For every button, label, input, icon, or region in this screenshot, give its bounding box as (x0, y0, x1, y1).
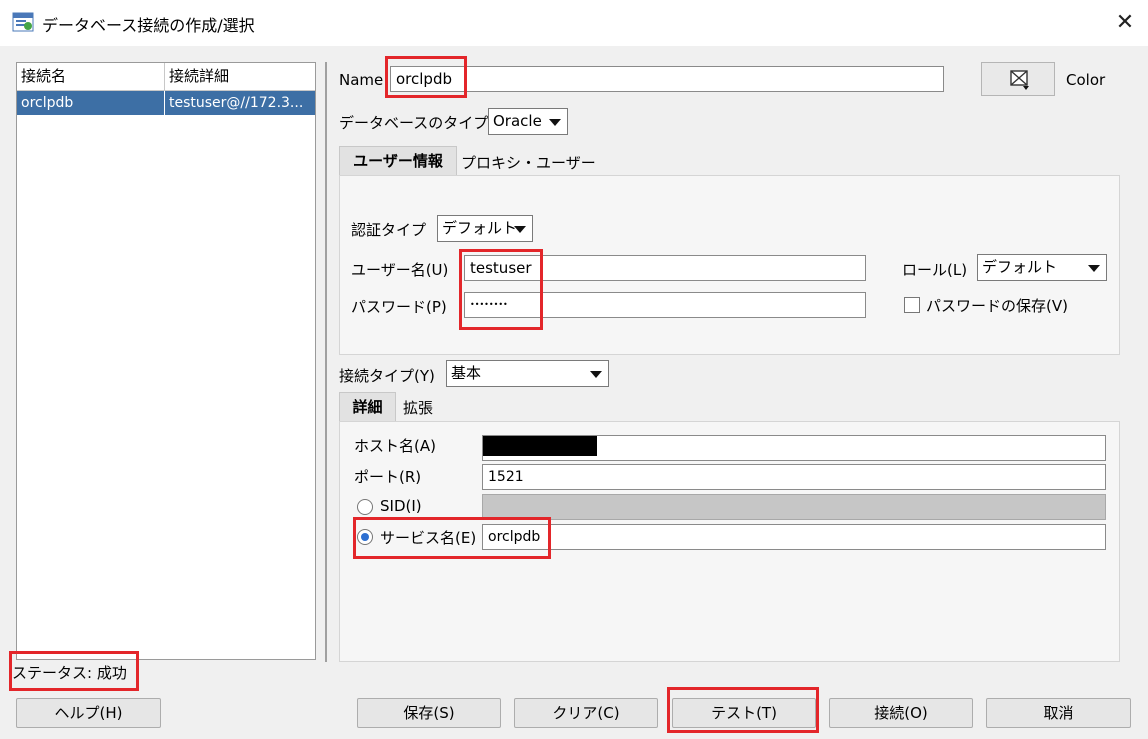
cancel-button[interactable]: 取消 (986, 698, 1131, 728)
tab-proxy-user[interactable]: プロキシ・ユーザー (461, 152, 596, 173)
db-type-label: データベースのタイプ (339, 114, 489, 132)
chevron-down-icon (590, 371, 602, 378)
row-name: orclpdb (17, 91, 165, 115)
password-label: パスワード(P) (351, 298, 447, 316)
auth-type-select[interactable]: デフォルト (437, 215, 533, 242)
conn-type-label: 接続タイプ(Y) (339, 367, 435, 385)
color-label: Color (1066, 71, 1106, 89)
conn-type-select[interactable]: 基本 (446, 360, 609, 387)
tab-advanced[interactable]: 拡張 (403, 397, 433, 418)
column-header-name[interactable]: 接続名 (17, 63, 165, 90)
port-label: ポート(R) (354, 468, 422, 486)
clear-button[interactable]: クリア(C) (514, 698, 658, 728)
auth-type-label: 認証タイプ (351, 221, 427, 239)
host-input[interactable] (482, 435, 1106, 461)
role-select[interactable]: デフォルト (977, 254, 1107, 281)
chevron-down-icon (514, 226, 526, 233)
test-highlight (667, 687, 819, 733)
service-input[interactable]: orclpdb (482, 524, 1106, 550)
host-label: ホスト名(A) (354, 437, 436, 455)
save-password-checkbox[interactable] (904, 297, 920, 313)
color-button[interactable] (981, 62, 1055, 96)
db-type-select[interactable]: Oracle (488, 108, 568, 135)
chevron-down-icon (1088, 265, 1100, 272)
name-label: Name (339, 71, 384, 89)
connection-list[interactable]: 接続名 接続詳細 orclpdb testuser@//172.3... (16, 62, 316, 660)
splitter[interactable] (325, 62, 327, 662)
credentials-highlight (459, 249, 543, 330)
table-row[interactable]: orclpdb testuser@//172.3... (17, 91, 315, 115)
row-detail: testuser@//172.3... (169, 95, 304, 111)
list-header: 接続名 接続詳細 (17, 63, 315, 91)
column-header-detail[interactable]: 接続詳細 (165, 63, 315, 90)
window-title: データベース接続の作成/選択 (42, 16, 255, 35)
redacted-host (483, 436, 597, 456)
username-label: ユーザー名(U) (351, 261, 449, 279)
role-label: ロール(L) (902, 261, 968, 279)
save-password-label: パスワードの保存(V) (926, 297, 1068, 315)
connect-button[interactable]: 接続(O) (829, 698, 973, 728)
service-highlight (353, 517, 551, 559)
chevron-down-icon (549, 119, 561, 126)
tab-detail[interactable]: 詳細 (339, 392, 396, 422)
sid-label: SID(I) (380, 497, 422, 515)
name-highlight (385, 56, 467, 98)
save-button[interactable]: 保存(S) (357, 698, 501, 728)
color-picker-icon (1010, 70, 1029, 90)
status-highlight (9, 651, 139, 691)
help-button[interactable]: ヘルプ(H) (16, 698, 161, 728)
sid-radio[interactable] (357, 499, 373, 515)
port-input[interactable]: 1521 (482, 464, 1106, 490)
tab-user-info[interactable]: ユーザー情報 (339, 146, 457, 176)
close-button[interactable]: ✕ (1108, 6, 1142, 40)
name-input[interactable]: orclpdb (390, 66, 944, 92)
database-icon (12, 12, 34, 32)
sid-input (482, 494, 1106, 520)
